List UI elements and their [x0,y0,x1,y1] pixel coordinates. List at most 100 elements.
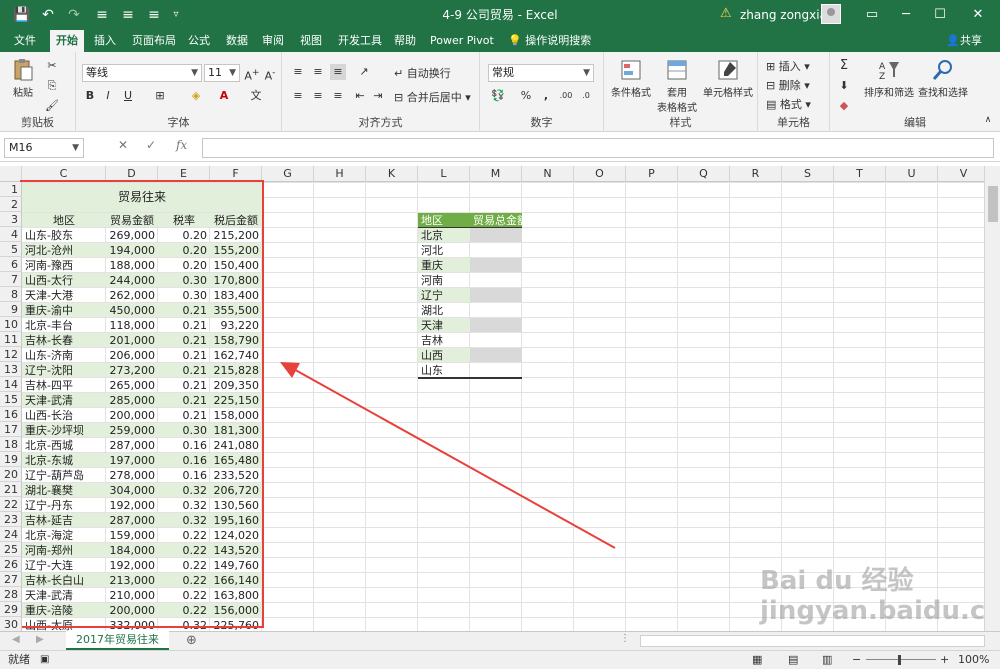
orientation-icon[interactable]: ↗ [356,64,372,80]
conditional-format-button[interactable]: 条件格式 [608,58,654,99]
row-header[interactable]: 29 [0,602,22,617]
summary-region-cell[interactable]: 北京 [418,228,470,242]
row-header[interactable]: 9 [0,302,22,317]
summary-total-cell[interactable] [470,288,522,302]
ribbon-display-icon[interactable]: ▭ [856,0,888,30]
row-header[interactable]: 21 [0,482,22,497]
page-layout-view-icon[interactable]: ▤ [788,651,798,669]
underline-icon[interactable]: U [120,88,136,104]
macro-record-icon[interactable]: ▣ [40,651,49,669]
zoom-in-icon[interactable]: + [940,651,949,669]
cancel-icon[interactable]: ✕ [118,138,128,152]
tab-view[interactable]: 视图 [294,30,328,52]
horizontal-scrollbar[interactable] [640,635,985,647]
clear-icon[interactable]: ◆ [836,98,852,114]
worksheet-grid[interactable]: CDEFGHKLMNOPQRSTUV 贸易往来 地区 贸易金额 税率 税后金额 山东-胶东… [0,166,984,631]
maximize-icon[interactable]: ☐ [924,0,956,30]
align-bottom-icon[interactable]: ≡ [330,64,346,80]
column-header[interactable]: O [574,166,626,182]
row-header[interactable]: 26 [0,557,22,572]
percent-icon[interactable]: % [518,88,534,104]
vertical-scroll-thumb[interactable] [988,186,998,222]
summary-region-cell[interactable]: 天津 [418,318,470,332]
tab-home[interactable]: 开始 [50,30,84,52]
select-all-corner[interactable] [0,166,22,182]
redo-icon[interactable]: ↷ [64,4,84,26]
row-header[interactable]: 17 [0,422,22,437]
row-header[interactable]: 30 [0,617,22,631]
row-header[interactable]: 18 [0,437,22,452]
tab-split-icon[interactable]: ⋮ [620,633,630,644]
column-header[interactable]: T [834,166,886,182]
summary-header[interactable]: 贸易总金额 [470,213,522,227]
page-break-view-icon[interactable]: ▥ [822,651,832,669]
decrease-indent-icon[interactable]: ⇤ [352,88,368,104]
align-top-icon[interactable]: ≡ [290,64,306,80]
column-header[interactable]: U [886,166,938,182]
row-header[interactable]: 20 [0,467,22,482]
increase-decimal-icon[interactable]: .00 [558,88,574,104]
row-header[interactable]: 6 [0,257,22,272]
normal-view-icon[interactable]: ▦ [752,651,762,669]
summary-region-cell[interactable]: 河北 [418,243,470,257]
italic-icon[interactable]: I [100,88,116,104]
summary-region-cell[interactable]: 辽宁 [418,288,470,302]
column-header[interactable]: R [730,166,782,182]
sort-filter-button[interactable]: AZ 排序和筛选 [862,58,916,99]
delete-cells-button[interactable]: ⊟ 删除 ▾ [766,77,810,93]
autosum-icon[interactable]: Σ [836,58,852,74]
tab-review[interactable]: 审阅 [256,30,290,52]
grow-font-icon[interactable]: A+ [244,65,260,83]
summary-total-cell[interactable] [470,333,522,347]
row-header[interactable]: 15 [0,392,22,407]
tab-formulas[interactable]: 公式 [182,30,216,52]
row-header[interactable]: 13 [0,362,22,377]
collapse-ribbon-icon[interactable]: ∧ [980,112,996,128]
align-right-icon[interactable]: ≡ [330,88,346,104]
summary-header[interactable]: 地区 [418,213,470,227]
row-header[interactable]: 11 [0,332,22,347]
row-header[interactable]: 12 [0,347,22,362]
bold-icon[interactable]: B [82,88,98,104]
row-header[interactable]: 8 [0,287,22,302]
customize-qa-icon[interactable]: ▿ [166,4,186,26]
column-header[interactable]: Q [678,166,730,182]
insert-cells-button[interactable]: ⊞ 插入 ▾ [766,58,810,74]
enter-icon[interactable]: ✓ [146,138,156,152]
column-header[interactable]: M [470,166,522,182]
tab-developer[interactable]: 开发工具 [332,30,388,52]
column-header[interactable]: S [782,166,834,182]
align-center-qa-icon[interactable]: ≡ [118,4,138,26]
vertical-scrollbar[interactable] [984,166,1000,631]
align-middle-icon[interactable]: ≡ [310,64,326,80]
borders-icon[interactable]: ⊞ [152,88,168,104]
tab-page-layout[interactable]: 页面布局 [126,30,182,52]
align-left-icon[interactable]: ≡ [290,88,306,104]
summary-total-cell[interactable] [470,273,522,287]
row-header[interactable]: 4 [0,227,22,242]
decrease-decimal-icon[interactable]: .0 [578,88,594,104]
row-header[interactable]: 7 [0,272,22,287]
share-button[interactable]: 👤共享 [946,30,982,52]
row-header[interactable]: 14 [0,377,22,392]
save-icon[interactable]: 💾 [12,4,32,26]
cell-style-button[interactable]: 单元格样式 [700,58,756,99]
column-header[interactable]: L [418,166,470,182]
row-header[interactable]: 23 [0,512,22,527]
wrap-text-button[interactable]: ↵ 自动换行 [394,65,451,81]
close-icon[interactable]: ✕ [962,0,994,30]
fill-icon[interactable]: ⬇ [836,78,852,94]
table-format-button[interactable]: 套用 表格格式 [654,58,700,114]
phonetic-icon[interactable]: 文 [248,88,264,104]
number-format-select[interactable]: 常规 ▼ [488,64,594,82]
font-color-icon[interactable]: A [216,88,232,104]
fill-color-icon[interactable]: ◈ [188,88,204,104]
next-sheet-icon[interactable]: ▶ [36,634,44,645]
row-header[interactable]: 5 [0,242,22,257]
align-left-qa-icon[interactable]: ≡ [92,4,112,26]
zoom-out-icon[interactable]: − [852,651,861,669]
summary-total-cell[interactable] [470,363,522,377]
summary-region-cell[interactable]: 山东 [418,363,470,377]
warning-icon[interactable]: ⚠ [720,6,732,21]
row-header[interactable]: 25 [0,542,22,557]
